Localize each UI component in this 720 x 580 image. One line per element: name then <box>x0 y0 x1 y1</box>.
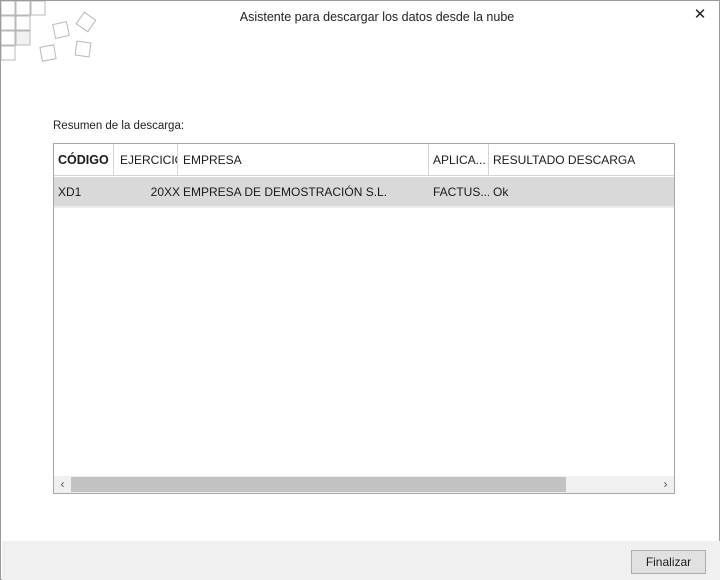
close-icon[interactable]: ✕ <box>689 5 711 25</box>
cell-resultado: Ok <box>493 185 509 199</box>
download-summary-table: CÓDIGO EJERCICIO EMPRESA APLICA... RESUL… <box>53 143 675 494</box>
footer-bar <box>2 541 720 580</box>
table-header: CÓDIGO EJERCICIO EMPRESA APLICA... RESUL… <box>54 144 674 176</box>
cell-ejercicio: 20XX <box>150 185 180 199</box>
chevron-right-icon[interactable]: › <box>657 476 674 493</box>
column-header-resultado[interactable]: RESULTADO DESCARGA <box>489 144 674 175</box>
scrollbar-thumb[interactable] <box>71 477 566 492</box>
finish-button[interactable]: Finalizar <box>631 550 706 574</box>
horizontal-scrollbar[interactable]: ‹ › <box>54 476 674 493</box>
cell-aplicacion: FACTUS... <box>433 185 489 199</box>
column-header-codigo[interactable]: CÓDIGO <box>54 144 114 175</box>
download-wizard-window: Asistente para descargar los datos desde… <box>0 0 720 580</box>
summary-label: Resumen de la descarga: <box>53 120 185 132</box>
cell-empresa: EMPRESA DE DEMOSTRACIÓN S.L. <box>183 185 388 199</box>
column-header-empresa[interactable]: EMPRESA <box>178 144 429 175</box>
cell-codigo: XD1 <box>58 185 82 199</box>
column-header-aplicacion[interactable]: APLICA... <box>429 144 489 175</box>
window-title: Asistente para descargar los datos desde… <box>239 10 515 24</box>
chevron-left-icon[interactable]: ‹ <box>54 476 71 493</box>
table-row[interactable]: XD1 20XX EMPRESA DE DEMOSTRACIÓN S.L. FA… <box>54 177 674 208</box>
column-header-ejercicio[interactable]: EJERCICIO <box>114 144 178 175</box>
